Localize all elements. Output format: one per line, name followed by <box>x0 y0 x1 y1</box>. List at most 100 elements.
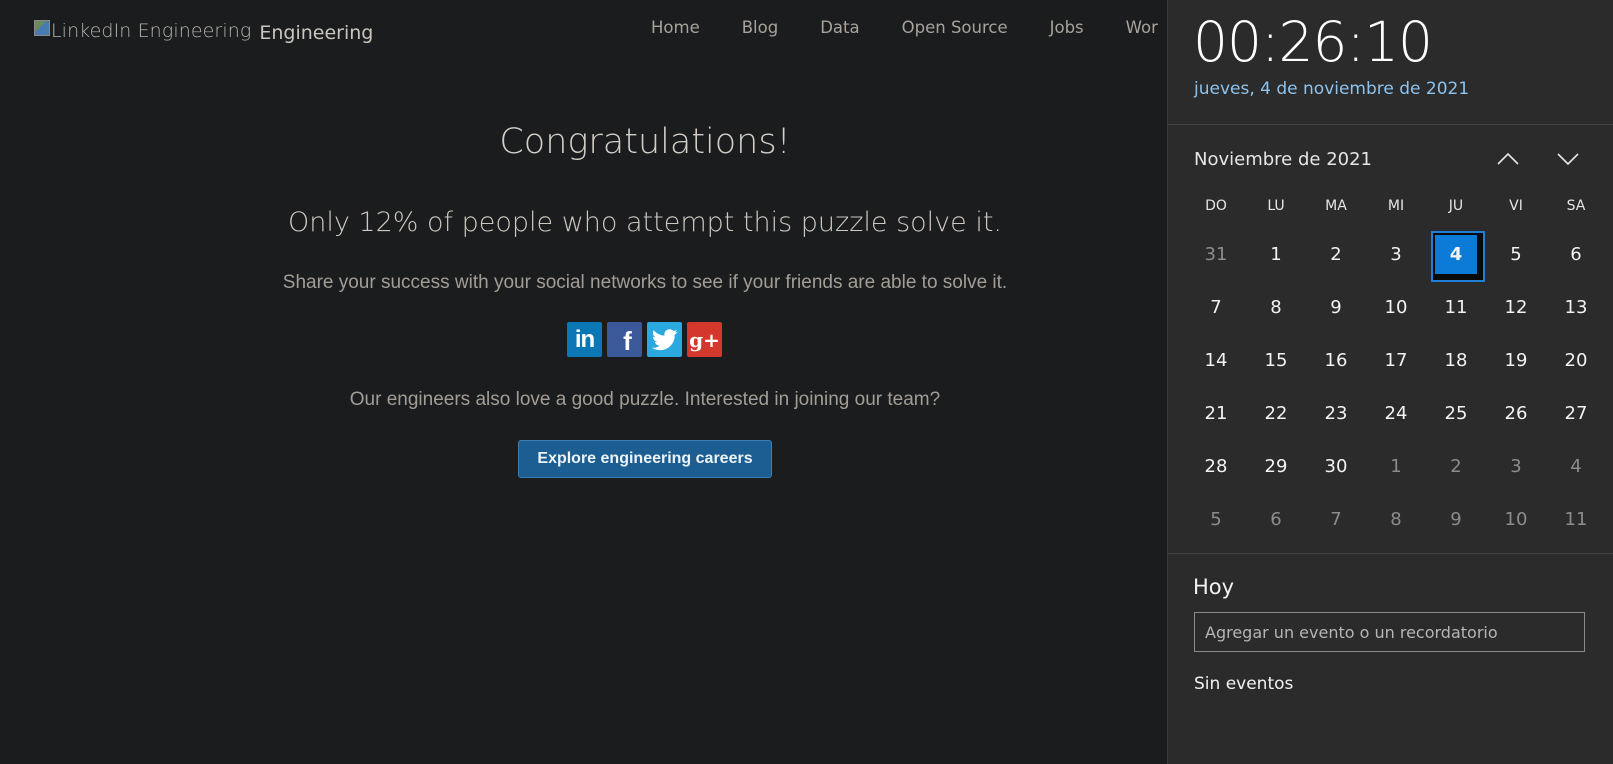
day-number: 28 <box>1204 456 1228 477</box>
puzzle-stat-text: Only 12% of people who attempt this puzz… <box>287 207 1003 238</box>
calendar-day[interactable]: 6 <box>1246 493 1306 546</box>
day-number: 6 <box>1270 509 1282 530</box>
nav-data[interactable]: Data <box>820 18 859 37</box>
nav-home[interactable]: Home <box>651 18 700 37</box>
day-number: 16 <box>1324 350 1348 371</box>
social-share-buttons: in f g+ <box>567 322 722 357</box>
month-title[interactable]: Noviembre de 2021 <box>1194 149 1372 170</box>
calendar-day[interactable]: 5 <box>1186 493 1246 546</box>
brand-name[interactable]: Engineering <box>259 22 373 44</box>
calendar-day[interactable]: 7 <box>1306 493 1366 546</box>
previous-month-button[interactable] <box>1488 142 1528 176</box>
calendar-day[interactable]: 31 <box>1186 228 1246 281</box>
day-number: 20 <box>1564 350 1588 371</box>
day-number: 24 <box>1384 403 1408 424</box>
calendar-day[interactable]: 13 <box>1546 281 1606 334</box>
day-number: 23 <box>1324 403 1348 424</box>
calendar-day[interactable]: 22 <box>1246 387 1306 440</box>
calendar-day[interactable]: 15 <box>1246 334 1306 387</box>
calendar-day[interactable]: 20 <box>1546 334 1606 387</box>
calendar-day[interactable]: 16 <box>1306 334 1366 387</box>
google-plus-share-icon[interactable]: g+ <box>687 322 722 357</box>
twitter-share-icon[interactable] <box>647 322 682 357</box>
today-heading: Hoy <box>1193 575 1235 599</box>
calendar-day[interactable]: 17 <box>1366 334 1426 387</box>
nav-blog[interactable]: Blog <box>742 18 778 37</box>
no-events-text: Sin eventos <box>1194 674 1294 694</box>
day-number: 7 <box>1210 297 1222 318</box>
calendar-day-today[interactable]: 4 <box>1426 228 1486 282</box>
share-prompt: Share your success with your social netw… <box>282 272 1008 293</box>
day-number: 4 <box>1449 244 1463 265</box>
day-number: 2 <box>1450 456 1462 477</box>
linkedin-glyph: in <box>574 325 595 353</box>
calendar-day[interactable]: 24 <box>1366 387 1426 440</box>
calendar-day[interactable]: 8 <box>1246 281 1306 334</box>
calendar-day[interactable]: 5 <box>1486 228 1546 281</box>
long-date-link[interactable]: jueves, 4 de noviembre de 2021 <box>1194 79 1469 99</box>
calendar-day[interactable]: 11 <box>1546 493 1606 546</box>
calendar-day[interactable]: 9 <box>1306 281 1366 334</box>
calendar-day[interactable]: 11 <box>1426 281 1486 334</box>
linkedin-share-icon[interactable]: in <box>567 322 602 357</box>
calendar-day[interactable]: 29 <box>1246 440 1306 493</box>
calendar-day[interactable]: 2 <box>1426 440 1486 493</box>
calendar-day[interactable]: 8 <box>1366 493 1426 546</box>
next-month-button[interactable] <box>1548 142 1588 176</box>
calendar-day[interactable]: 12 <box>1486 281 1546 334</box>
facebook-share-icon[interactable]: f <box>607 322 642 357</box>
linkedin-engineering-logo[interactable]: LinkedIn Engineering <box>34 20 251 42</box>
weekday-header: DO LU MA MI JU VI SA <box>1186 198 1606 214</box>
clock-time: 00:26:10 <box>1193 10 1433 74</box>
calendar-day[interactable]: 30 <box>1306 440 1366 493</box>
calendar-day[interactable]: 19 <box>1486 334 1546 387</box>
day-number: 29 <box>1264 456 1288 477</box>
calendar-day[interactable]: 10 <box>1486 493 1546 546</box>
calendar-day[interactable]: 4 <box>1546 440 1606 493</box>
day-number: 11 <box>1564 509 1588 530</box>
nav-work[interactable]: Wor <box>1126 18 1158 37</box>
calendar-day[interactable]: 27 <box>1546 387 1606 440</box>
nav-jobs[interactable]: Jobs <box>1050 18 1084 37</box>
day-number: 10 <box>1384 297 1408 318</box>
site-brand[interactable]: LinkedIn Engineering Engineering <box>34 16 373 46</box>
calendar-day[interactable]: 21 <box>1186 387 1246 440</box>
day-number: 5 <box>1210 509 1222 530</box>
calendar-day[interactable]: 1 <box>1246 228 1306 281</box>
calendar-day[interactable]: 10 <box>1366 281 1426 334</box>
calendar-day[interactable]: 14 <box>1186 334 1246 387</box>
calendar-day[interactable]: 9 <box>1426 493 1486 546</box>
calendar-day[interactable]: 3 <box>1486 440 1546 493</box>
day-number: 12 <box>1504 297 1528 318</box>
day-number: 21 <box>1204 403 1228 424</box>
calendar-day[interactable]: 2 <box>1306 228 1366 281</box>
chevron-down-icon <box>1557 153 1579 166</box>
day-number: 1 <box>1270 244 1282 265</box>
nav-open-source[interactable]: Open Source <box>902 18 1008 37</box>
calendar-day[interactable]: 26 <box>1486 387 1546 440</box>
day-number: 6 <box>1570 244 1582 265</box>
day-number: 4 <box>1570 456 1582 477</box>
day-number: 15 <box>1264 350 1288 371</box>
calendar-day[interactable]: 7 <box>1186 281 1246 334</box>
day-number: 18 <box>1444 350 1468 371</box>
calendar-day[interactable]: 18 <box>1426 334 1486 387</box>
calendar-day-grid: 31 1 2 3 4 5 6 7 8 9 10 11 12 13 14 15 16 17 18 19 20 21 22 23 2… <box>1186 228 1606 546</box>
add-event-input[interactable] <box>1194 612 1585 652</box>
day-number: 10 <box>1504 509 1528 530</box>
weekday-label: VI <box>1509 198 1523 214</box>
top-navigation: Home Blog Data Open Source Jobs Wor <box>651 18 1162 37</box>
calendar-day[interactable]: 6 <box>1546 228 1606 281</box>
google-plus-glyph: g+ <box>689 327 720 352</box>
calendar-day[interactable]: 25 <box>1426 387 1486 440</box>
day-number: 2 <box>1330 244 1342 265</box>
calendar-day[interactable]: 1 <box>1366 440 1426 493</box>
calendar-day[interactable]: 28 <box>1186 440 1246 493</box>
explore-careers-button[interactable]: Explore engineering careers <box>518 440 772 478</box>
calendar-day[interactable]: 3 <box>1366 228 1426 281</box>
facebook-glyph: f <box>623 326 632 356</box>
calendar-day[interactable]: 23 <box>1306 387 1366 440</box>
day-number: 3 <box>1510 456 1522 477</box>
day-number: 26 <box>1504 403 1528 424</box>
day-number: 27 <box>1564 403 1588 424</box>
